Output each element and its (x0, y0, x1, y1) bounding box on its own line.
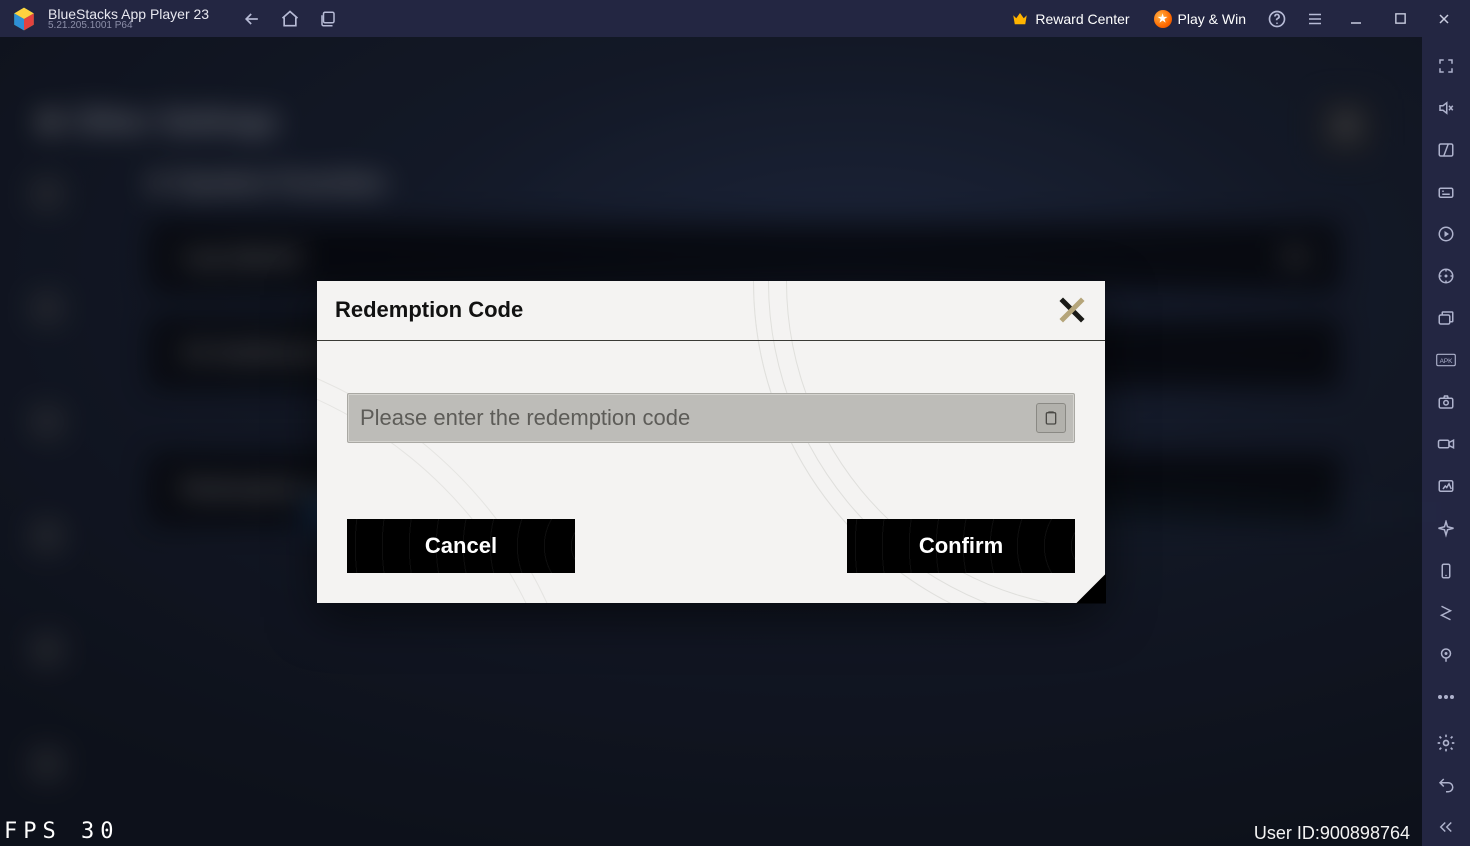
user-id-value: 900898764 (1320, 823, 1410, 843)
play-and-win-label: Play & Win (1178, 11, 1246, 27)
home-button[interactable] (273, 2, 307, 36)
dialog-close-button[interactable] (1055, 293, 1089, 327)
crown-icon (1011, 10, 1029, 28)
title-bar: BlueStacks App Player 23 5.21.205.1001 P… (0, 0, 1470, 37)
reward-center-label: Reward Center (1035, 11, 1129, 27)
rotate-button[interactable] (1426, 552, 1466, 590)
fps-counter: FPS 30 (0, 817, 123, 846)
recents-button[interactable] (311, 2, 345, 36)
confirm-button[interactable]: Confirm (847, 519, 1075, 573)
play-and-win-button[interactable]: ★ Play & Win (1144, 6, 1256, 32)
close-x-icon (1057, 295, 1087, 325)
reward-center-button[interactable]: Reward Center (1001, 6, 1139, 32)
modal-backdrop: Redemption Code (0, 37, 1422, 846)
minimize-button[interactable] (1336, 0, 1376, 37)
bluestacks-logo-icon (10, 5, 38, 33)
undo-button[interactable] (1426, 766, 1466, 804)
apk-install-button[interactable]: APK (1426, 341, 1466, 379)
screenshot-button[interactable] (1426, 383, 1466, 421)
multi-instance-button[interactable] (1426, 299, 1466, 337)
confirm-button-label: Confirm (919, 533, 1003, 559)
dialog-title: Redemption Code (335, 297, 523, 323)
controls-editor-button[interactable] (1426, 173, 1466, 211)
macro-recorder-button[interactable] (1426, 215, 1466, 253)
game-viewport: Other Settings ✕ System Function Log Upl… (0, 37, 1422, 846)
app-version: 5.21.205.1001 P64 (48, 21, 209, 31)
hamburger-menu-button[interactable] (1298, 2, 1332, 36)
location-button[interactable] (1426, 636, 1466, 674)
paste-button[interactable] (1036, 403, 1066, 433)
settings-button[interactable] (1426, 724, 1466, 762)
fullscreen-button[interactable] (1426, 47, 1466, 85)
record-button[interactable] (1426, 425, 1466, 463)
svg-text:APK: APK (1440, 358, 1454, 365)
cancel-button[interactable]: Cancel (347, 519, 575, 573)
redemption-code-field-wrap (347, 393, 1075, 443)
volume-mute-button[interactable] (1426, 89, 1466, 127)
redemption-code-dialog: Redemption Code (317, 281, 1105, 603)
keymapping-button[interactable] (1426, 131, 1466, 169)
close-window-button[interactable] (1424, 0, 1464, 37)
flame-icon: ★ (1154, 10, 1172, 28)
help-button[interactable] (1260, 2, 1294, 36)
side-toolbar: APK (1422, 37, 1470, 846)
maximize-button[interactable] (1380, 0, 1420, 37)
cancel-button-label: Cancel (425, 533, 497, 559)
more-button[interactable] (1426, 678, 1466, 716)
title-text: BlueStacks App Player 23 5.21.205.1001 P… (48, 7, 209, 31)
shake-button[interactable] (1426, 594, 1466, 632)
collapse-toolbar-button[interactable] (1426, 808, 1466, 846)
back-button[interactable] (235, 2, 269, 36)
app-name: BlueStacks App Player 23 (48, 7, 209, 21)
user-id-label: User ID:900898764 (1254, 823, 1410, 844)
redemption-code-input[interactable] (348, 394, 1036, 442)
clipboard-icon (1043, 410, 1059, 426)
sync-button[interactable] (1426, 257, 1466, 295)
